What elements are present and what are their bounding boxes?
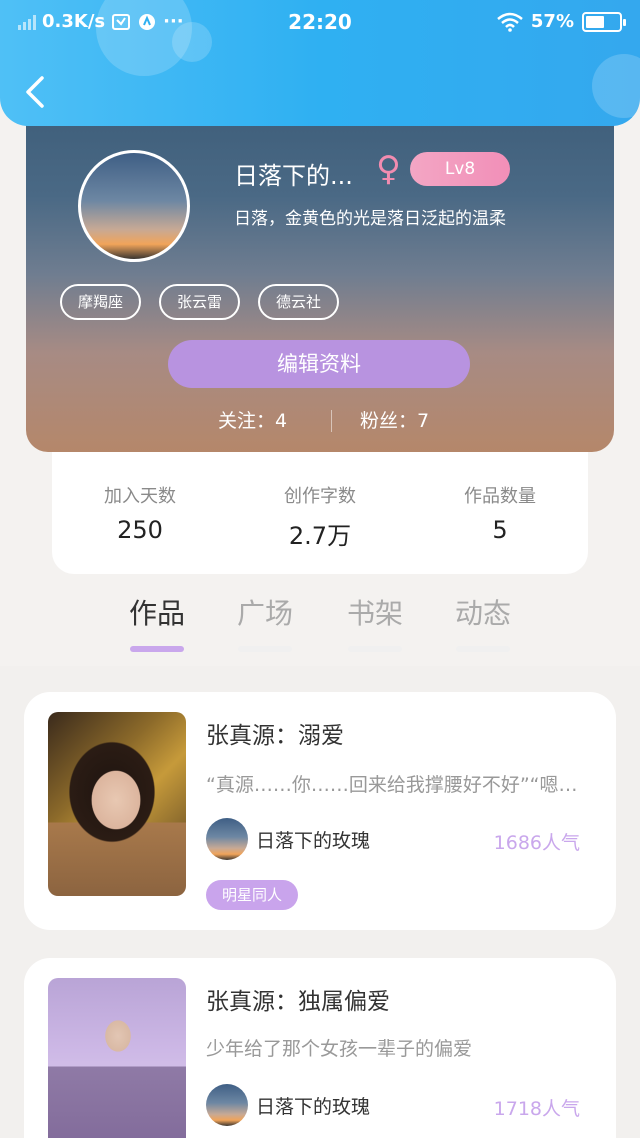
author-name: 日落下的玫瑰 — [256, 829, 371, 852]
stat-label: 创作字数 — [284, 486, 356, 507]
tab-label: 广场 — [236, 597, 293, 630]
tab-label: 作品 — [128, 597, 185, 630]
edit-profile-button[interactable]: 编辑资料 — [168, 340, 470, 388]
author-name: 日落下的玫瑰 — [256, 1095, 371, 1118]
work-description: “真源……你……回来给我撑腰好不好”“嗯… — [206, 774, 578, 796]
tag-list: 摩羯座 张云雷 德云社 — [60, 284, 340, 320]
stat-label: 加入天数 — [104, 486, 176, 507]
work-cover-image[interactable] — [48, 978, 186, 1138]
tab-bookshelf[interactable]: 书架 — [330, 592, 420, 652]
work-author[interactable]: 日落下的玫瑰 — [206, 818, 370, 860]
divider — [331, 410, 332, 432]
username: 日落下的... — [234, 162, 353, 190]
battery-percent: 57% — [530, 11, 574, 32]
tag-item[interactable]: 摩羯座 — [60, 284, 142, 320]
female-icon: ♀ — [376, 149, 401, 189]
stat-value: 250 — [117, 516, 163, 544]
followers-count[interactable]: 粉丝：7 — [360, 406, 429, 433]
stat-works-count: 作品数量 5 — [420, 482, 580, 544]
status-bar: 0.3K/s ··· 22:20 57% — [0, 0, 640, 44]
tab-bar: 作品 广场 书架 动态 — [0, 592, 640, 666]
tag-item[interactable]: 张云雷 — [159, 284, 241, 320]
back-arrow-icon[interactable] — [22, 74, 50, 110]
header-bar: 0.3K/s ··· 22:20 57% — [0, 0, 640, 126]
work-card[interactable]: 张真源：溺爱 “真源……你……回来给我撑腰好不好”“嗯… 日落下的玫瑰 1686… — [24, 692, 616, 930]
tab-label: 书架 — [346, 597, 403, 630]
battery-icon — [582, 11, 626, 32]
tab-indicator — [348, 646, 402, 652]
tab-square[interactable]: 广场 — [220, 592, 310, 652]
tab-works[interactable]: 作品 — [112, 592, 202, 652]
author-avatar — [206, 1084, 248, 1126]
work-description: 少年给了那个女孩一辈子的偏爱 — [206, 1038, 473, 1060]
work-cover-image[interactable] — [48, 712, 186, 896]
following-count[interactable]: 关注：4 — [218, 406, 287, 433]
stat-label: 作品数量 — [464, 486, 536, 507]
decor-bubble — [592, 54, 640, 118]
tab-activity[interactable]: 动态 — [438, 592, 528, 652]
work-author[interactable]: 日落下的玫瑰 — [206, 1084, 370, 1126]
stat-word-count: 创作字数 2.7万 — [240, 482, 400, 551]
popularity-count: 1686人气 — [493, 832, 580, 854]
tab-indicator — [238, 646, 292, 652]
work-title: 张真源：溺爱 — [206, 723, 344, 749]
bio-text: 日落，金黄色的光是落日泛起的温柔 — [234, 209, 506, 229]
stat-join-days: 加入天数 250 — [60, 482, 220, 544]
tab-label: 动态 — [454, 597, 511, 630]
work-title: 张真源：独属偏爱 — [206, 989, 390, 1015]
popularity-count: 1718人气 — [493, 1098, 580, 1120]
stat-value: 2.7万 — [288, 522, 352, 550]
tab-indicator — [456, 646, 510, 652]
level-badge: Lv8 — [410, 152, 510, 186]
stat-value: 5 — [492, 516, 508, 544]
tag-item[interactable]: 德云社 — [258, 284, 340, 320]
author-avatar — [206, 818, 248, 860]
category-badge: 明星同人 — [206, 880, 299, 910]
work-card[interactable]: 张真源：独属偏爱 少年给了那个女孩一辈子的偏爱 日落下的玫瑰 1718人气 — [24, 958, 616, 1138]
wifi-icon — [497, 12, 523, 32]
stats-card: 加入天数 250 创作字数 2.7万 作品数量 5 — [52, 452, 588, 574]
avatar[interactable] — [78, 150, 190, 262]
tab-indicator — [130, 646, 184, 652]
profile-card: 日落下的... ♀ Lv8 日落，金黄色的光是落日泛起的温柔 摩羯座 张云雷 德… — [26, 96, 614, 452]
battery-fill — [586, 15, 605, 28]
